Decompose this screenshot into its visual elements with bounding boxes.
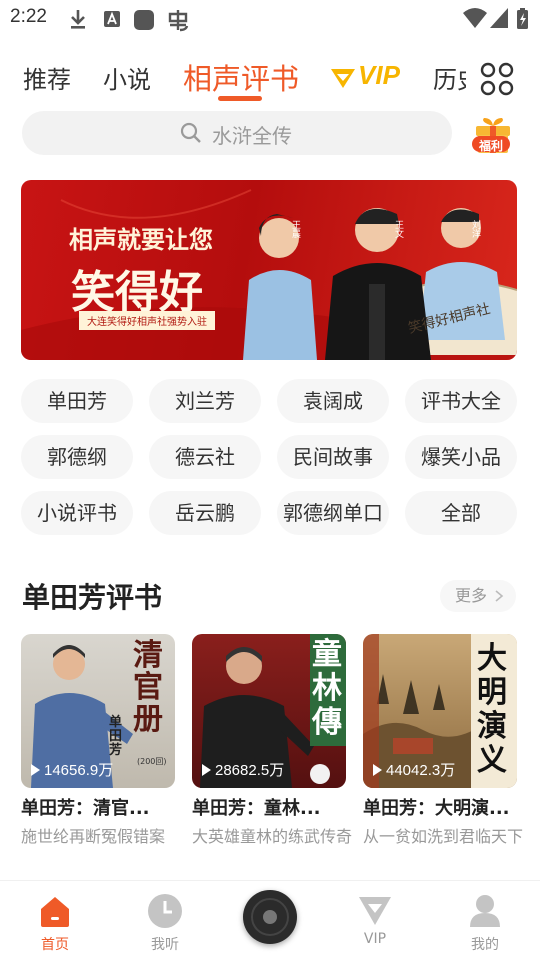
search-input[interactable]: 水浒全传 xyxy=(22,111,452,155)
battery-icon xyxy=(517,8,528,29)
album-cover: 清官册 单田芳 (200回) 14656.9万 xyxy=(21,634,175,788)
play-count: 44042.3万 xyxy=(373,759,455,780)
section-title: 单田芳评书 xyxy=(22,581,163,614)
home-icon xyxy=(41,897,69,927)
album-title: 单田芳：清官... xyxy=(21,798,150,819)
chevron-right-icon xyxy=(495,590,504,602)
album-title: 单田芳：童林... xyxy=(192,798,321,819)
promo-banner[interactable]: 相声就要让您 笑得好 大连笑得好相声社强势入驻 王晨 王文 刘洋 笑得好相声社 xyxy=(21,180,517,360)
tag-novel-storytelling[interactable]: 小说评书 xyxy=(21,491,133,535)
clock-icon xyxy=(148,894,182,928)
app-square-icon xyxy=(134,10,154,30)
tab-novel[interactable]: 小说 xyxy=(103,60,151,95)
tag-folk-stories[interactable]: 民间故事 xyxy=(277,435,389,479)
welfare-gift-button[interactable]: 福利 xyxy=(470,116,516,156)
status-time: 2:22 xyxy=(10,6,47,27)
play-icon xyxy=(31,764,40,776)
vip-diamond-icon xyxy=(331,69,355,88)
gift-label: 福利 xyxy=(479,139,504,153)
signal-icon xyxy=(490,8,508,28)
search-icon xyxy=(180,122,201,143)
album-card-daming[interactable]: 大明演义 44042.3万 单田芳：大明演... 从一贫如洗到君临天下 xyxy=(363,634,523,846)
more-label: 更多 xyxy=(455,586,488,605)
cover-title: 童林傳 xyxy=(312,637,342,740)
nav-vip-label: VIP xyxy=(363,931,387,947)
more-button[interactable]: 更多 xyxy=(440,580,516,612)
search-placeholder: 水浒全传 xyxy=(212,124,292,148)
cover-badge: (200回) xyxy=(137,757,167,766)
status-bar: 2:22 xyxy=(0,0,540,38)
banner-name-3: 刘洋 xyxy=(470,220,480,238)
album-card-tonglinzhuan[interactable]: 童林傳 28682.5万 单田芳：童林... 大英雄童林的练武传奇 xyxy=(192,634,352,846)
play-icon xyxy=(373,764,382,776)
album-title: 单田芳：大明演... xyxy=(363,798,510,819)
album-cover: 大明演义 44042.3万 xyxy=(363,634,517,788)
tag-yuan-kuocheng[interactable]: 袁阔成 xyxy=(277,379,389,423)
bug-icon xyxy=(168,10,189,32)
category-tabs: 推荐 小说 相声评书 VIP 历史 xyxy=(0,52,540,104)
tab-recommend[interactable]: 推荐 xyxy=(23,60,71,95)
tag-liu-lanfang[interactable]: 刘兰芳 xyxy=(149,379,261,423)
album-cover: 童林傳 28682.5万 xyxy=(192,634,346,788)
nav-listening[interactable]: 我听 xyxy=(125,881,205,960)
album-description: 大英雄童林的练武传奇 xyxy=(192,827,353,846)
download-icon xyxy=(71,10,85,29)
tag-guo-degang[interactable]: 郭德纲 xyxy=(21,435,133,479)
play-count: 28682.5万 xyxy=(202,759,284,780)
play-count-value: 44042.3万 xyxy=(386,762,456,779)
tag-storytelling-collection[interactable]: 评书大全 xyxy=(405,379,517,423)
album-card-qingguance[interactable]: 清官册 单田芳 (200回) 14656.9万 单田芳：清官... 施世纶再断冤… xyxy=(21,634,175,846)
play-count-value: 14656.9万 xyxy=(44,762,114,779)
album-description: 从一贫如洗到君临天下 xyxy=(363,827,524,846)
nav-home-label: 首页 xyxy=(41,937,69,953)
tag-shan-tianfang[interactable]: 单田芳 xyxy=(21,379,133,423)
banner-name-1: 王晨 xyxy=(290,220,300,238)
grid-icon xyxy=(480,62,514,96)
font-a-icon xyxy=(104,11,120,27)
active-tab-indicator xyxy=(218,96,262,101)
nav-home[interactable]: 首页 xyxy=(15,881,95,960)
tag-all[interactable]: 全部 xyxy=(405,491,517,535)
play-icon xyxy=(202,764,211,776)
banner-strip: 大连笑得好相声社强势入驻 xyxy=(79,311,215,330)
banner-name-2: 王文 xyxy=(393,220,403,238)
vip-icon xyxy=(359,897,391,925)
nav-listening-label: 我听 xyxy=(151,937,179,953)
tag-yue-yunpeng[interactable]: 岳云鹏 xyxy=(149,491,261,535)
banner-headline: 相声就要让您 xyxy=(69,225,213,254)
play-count: 14656.9万 xyxy=(31,759,113,780)
nav-profile-label: 我的 xyxy=(471,937,499,953)
tab-vip-label: VIP xyxy=(358,60,400,90)
nav-vip[interactable]: VIP xyxy=(335,881,415,960)
play-count-value: 28682.5万 xyxy=(215,762,285,779)
cover-author: 单田芳 xyxy=(109,715,123,758)
album-description: 施世纶再断冤假错案 xyxy=(21,827,166,846)
tab-crosstalk-storytelling[interactable]: 相声评书 xyxy=(183,56,299,98)
now-playing-disc-button[interactable] xyxy=(243,890,297,944)
nav-profile[interactable]: 我的 xyxy=(445,881,525,960)
cover-title: 大明演义 xyxy=(477,641,507,778)
tag-guo-degang-solo[interactable]: 郭德纲单口 xyxy=(277,491,389,535)
tag-comedy-sketches[interactable]: 爆笑小品 xyxy=(405,435,517,479)
all-categories-button[interactable] xyxy=(466,52,540,104)
profile-icon xyxy=(470,895,500,927)
wifi-icon xyxy=(463,8,487,28)
cover-title: 清官册 xyxy=(133,638,163,737)
tag-deyun-society[interactable]: 德云社 xyxy=(149,435,261,479)
